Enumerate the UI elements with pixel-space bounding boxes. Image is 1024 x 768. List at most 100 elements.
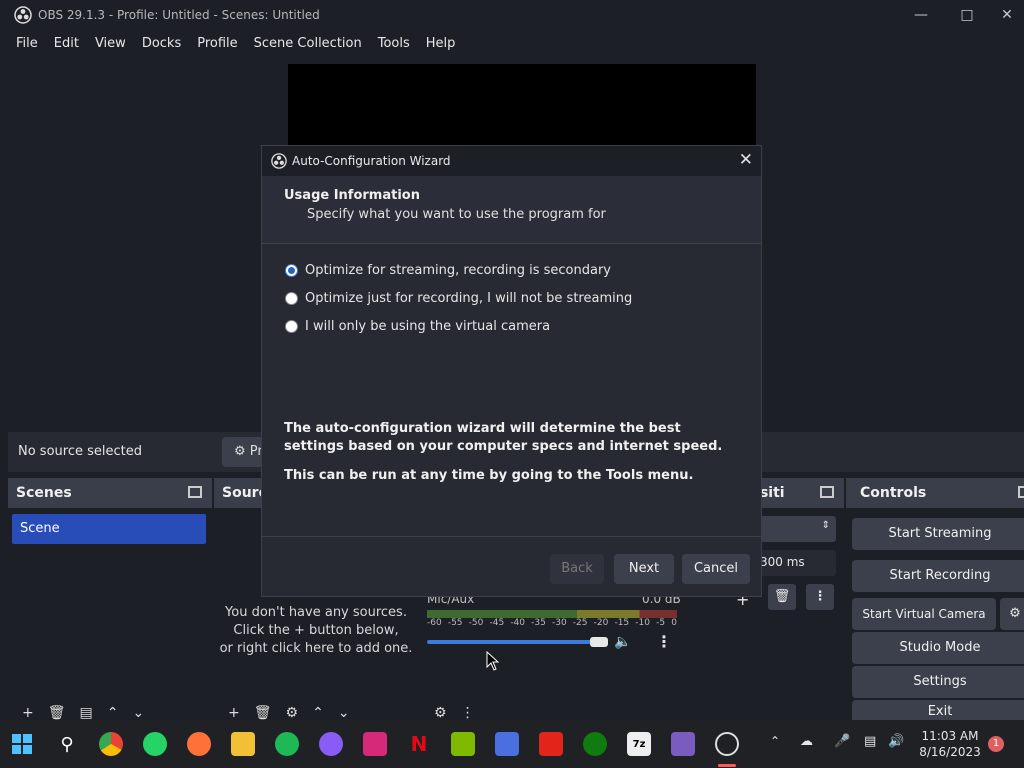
obs-logo-icon xyxy=(271,153,287,169)
settings-button[interactable]: Settings xyxy=(852,666,1024,698)
snipping-tool-icon[interactable] xyxy=(495,732,519,756)
scenes-title: Scenes xyxy=(16,485,72,501)
clipchamp-icon[interactable] xyxy=(671,732,695,756)
gear-icon[interactable]: ⚙ xyxy=(286,705,299,721)
radio-icon[interactable] xyxy=(285,292,298,305)
trash-icon[interactable]: 🗑 xyxy=(254,705,272,721)
menu-view[interactable]: View xyxy=(87,36,134,51)
back-button[interactable]: Back xyxy=(550,554,604,584)
obs-taskbar-icon[interactable] xyxy=(715,732,739,756)
close-icon[interactable]: ✕ xyxy=(739,150,753,170)
minimize-button[interactable]: — xyxy=(898,0,944,30)
option-recording[interactable]: Optimize just for recording, I will not … xyxy=(285,291,632,306)
maximize-button[interactable]: □ xyxy=(944,0,990,30)
obs-logo-icon xyxy=(14,6,32,24)
clock[interactable]: 11:03 AM 8/16/2023 xyxy=(914,728,986,760)
messenger-icon[interactable] xyxy=(319,732,343,756)
tools-menu-text: This can be run at any time by going to … xyxy=(284,468,694,483)
volume-icon[interactable]: 🔊 xyxy=(888,734,904,749)
dialog-subheading: Specify what you want to use the program… xyxy=(307,207,606,222)
volume-slider-handle[interactable] xyxy=(590,637,608,647)
dialog-divider xyxy=(262,536,761,537)
clock-date: 8/16/2023 xyxy=(919,745,981,759)
studio-mode-button[interactable]: Studio Mode xyxy=(852,632,1024,664)
window-title: OBS 29.1.3 - Profile: Untitled - Scenes:… xyxy=(38,8,320,22)
trash-icon[interactable]: 🗑 xyxy=(48,705,66,721)
firefox-icon[interactable] xyxy=(187,732,211,756)
microphone-icon[interactable]: 🎤 xyxy=(834,734,850,749)
controls-dock-header: Controls xyxy=(846,478,1024,508)
radio-selected-icon[interactable] xyxy=(285,264,298,277)
7zip-icon[interactable]: 7z xyxy=(627,732,651,756)
menu-help[interactable]: Help xyxy=(418,36,464,51)
chevron-down-icon[interactable]: ⌄ xyxy=(338,705,350,721)
add-icon[interactable]: + xyxy=(228,705,240,721)
next-button[interactable]: Next xyxy=(614,554,674,584)
chevron-down-icon[interactable]: ⌄ xyxy=(132,705,144,721)
menu-docks[interactable]: Docks xyxy=(134,36,189,51)
gear-icon[interactable]: ⚙ xyxy=(434,705,447,721)
auto-config-dialog: Auto-Configuration Wizard ✕ Usage Inform… xyxy=(261,145,762,597)
windows-start-icon[interactable] xyxy=(10,732,34,756)
menu-tools[interactable]: Tools xyxy=(370,36,418,51)
filter-icon[interactable]: ▤ xyxy=(80,705,93,721)
duration-field[interactable]: 300 ms xyxy=(756,550,836,576)
chevron-up-down-icon: ⇕ xyxy=(821,520,830,531)
gear-icon[interactable]: ⚙ xyxy=(1000,598,1024,630)
speaker-icon[interactable]: 🔈 xyxy=(614,634,631,650)
undock-icon[interactable] xyxy=(820,486,834,498)
menu-scene-collection[interactable]: Scene Collection xyxy=(246,36,370,51)
chevron-up-icon[interactable]: ⌃ xyxy=(107,705,119,721)
notepad-icon[interactable] xyxy=(451,732,475,756)
mouse-cursor-icon xyxy=(486,651,500,671)
start-virtual-camera-button[interactable]: Start Virtual Camera xyxy=(852,598,996,630)
active-app-indicator xyxy=(718,764,736,767)
undock-icon[interactable] xyxy=(188,486,202,498)
start-recording-button[interactable]: Start Recording xyxy=(852,560,1024,592)
network-icon[interactable]: ▤ xyxy=(864,734,876,749)
netflix-icon[interactable]: N xyxy=(407,732,431,756)
chevron-up-icon[interactable]: ⌃ xyxy=(312,705,324,721)
transition-select[interactable]: ⇕ xyxy=(756,516,836,542)
instagram-icon[interactable] xyxy=(363,732,387,756)
scene-item[interactable]: Scene xyxy=(12,514,206,544)
menu-edit[interactable]: Edit xyxy=(46,36,87,51)
menu-file[interactable]: File xyxy=(8,36,46,51)
spotify-icon[interactable] xyxy=(275,732,299,756)
file-explorer-icon[interactable] xyxy=(231,732,255,756)
chrome-icon[interactable] xyxy=(99,732,123,756)
dialog-header: Usage Information Specify what you want … xyxy=(262,176,761,244)
dialog-title: Auto-Configuration Wizard xyxy=(292,154,451,168)
info-text: The auto-configuration wizard will deter… xyxy=(284,421,723,454)
menu-bar: File Edit View Docks Profile Scene Colle… xyxy=(0,30,1024,56)
close-window-button[interactable]: ✕ xyxy=(990,0,1024,30)
taskbar: ⚲ N 7z ⌃ ☁ 🎤 ▤ 🔊 11:03 AM 8/16/2023 1 xyxy=(0,720,1024,768)
radio-icon[interactable] xyxy=(285,320,298,333)
controls-title: Controls xyxy=(860,485,927,501)
chevron-up-icon[interactable]: ⌃ xyxy=(770,734,780,748)
dialog-title-bar: Auto-Configuration Wizard ✕ xyxy=(262,146,761,176)
title-bar: OBS 29.1.3 - Profile: Untitled - Scenes:… xyxy=(0,0,1024,30)
undock-icon[interactable] xyxy=(1018,486,1024,498)
cancel-button[interactable]: Cancel xyxy=(682,554,750,584)
espn-icon[interactable] xyxy=(539,732,563,756)
menu-profile[interactable]: Profile xyxy=(189,36,245,51)
more-options-icon[interactable]: ⋮ xyxy=(806,584,834,610)
more-options-icon[interactable]: ⋮ xyxy=(461,705,475,721)
xbox-icon[interactable] xyxy=(583,732,607,756)
notification-badge[interactable]: 1 xyxy=(988,736,1004,752)
trash-icon[interactable]: 🗑 xyxy=(768,584,796,610)
add-icon[interactable]: + xyxy=(22,705,34,721)
gear-icon: ⚙ xyxy=(234,444,246,459)
whatsapp-icon[interactable] xyxy=(143,732,167,756)
volume-meter xyxy=(427,610,677,618)
option-streaming[interactable]: Optimize for streaming, recording is sec… xyxy=(285,263,611,278)
meter-scale: -60 -55 -50 -45 -40 -35 -30 -25 -20 -15 -10 -5 0 xyxy=(427,618,677,628)
option-virtual-camera[interactable]: I will only be using the virtual camera xyxy=(285,319,550,334)
controls-dock: Controls Start Streaming Start Recording… xyxy=(846,478,1024,724)
onedrive-icon[interactable]: ☁ xyxy=(800,734,813,749)
volume-slider[interactable] xyxy=(427,640,597,644)
more-options-icon[interactable]: ⋮ xyxy=(656,632,672,651)
start-streaming-button[interactable]: Start Streaming xyxy=(852,518,1024,550)
search-icon[interactable]: ⚲ xyxy=(55,732,79,756)
